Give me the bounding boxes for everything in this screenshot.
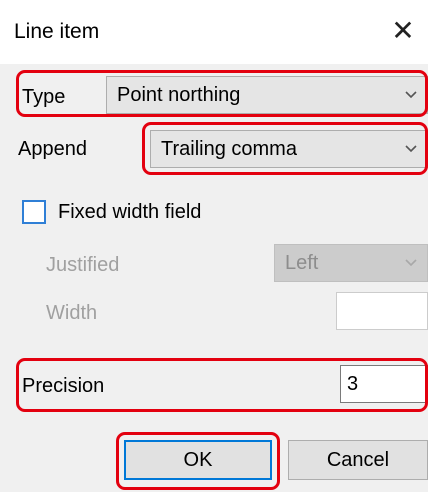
fixed-width-checkbox[interactable] [22, 200, 46, 224]
justified-label: Justified [46, 254, 120, 276]
justified-select[interactable]: Left [274, 244, 428, 282]
cancel-button[interactable]: Cancel [288, 440, 428, 480]
type-select-value: Point northing [117, 84, 241, 106]
append-select[interactable]: Trailing comma [150, 130, 428, 168]
type-label: Type [22, 86, 66, 108]
fixed-width-label[interactable]: Fixed width field [58, 201, 201, 224]
append-select-value: Trailing comma [161, 138, 297, 160]
type-select[interactable]: Point northing [106, 76, 428, 114]
width-label: Width [46, 302, 98, 324]
precision-input-value: 3 [347, 373, 359, 395]
width-input[interactable] [336, 292, 428, 330]
dialog-title: Line item [14, 20, 100, 43]
chevron-down-icon [405, 259, 417, 267]
precision-input[interactable]: 3 [340, 365, 428, 403]
chevron-down-icon [405, 91, 417, 99]
ok-button[interactable]: OK [124, 440, 272, 480]
precision-label: Precision [22, 375, 105, 397]
justified-select-value: Left [285, 252, 319, 274]
line-item-dialog: Line item ✕ Type Point northing Append T… [0, 0, 428, 492]
chevron-down-icon [405, 145, 417, 153]
title-bar: Line item ✕ [0, 0, 428, 64]
append-label: Append [18, 138, 87, 160]
close-icon[interactable]: ✕ [386, 14, 420, 48]
